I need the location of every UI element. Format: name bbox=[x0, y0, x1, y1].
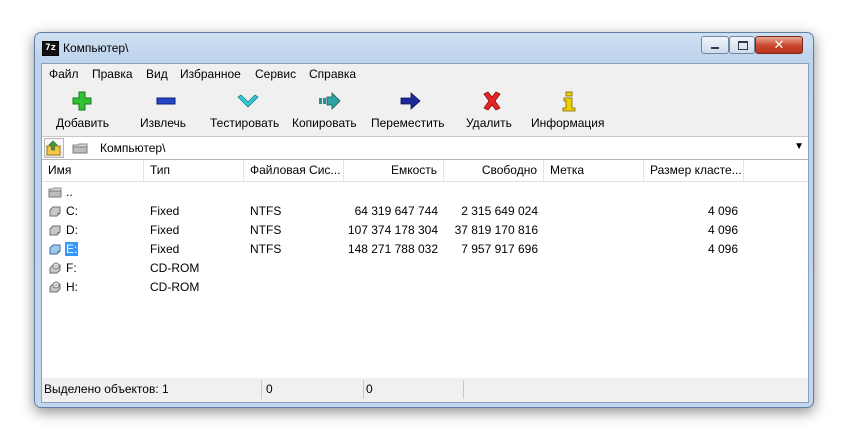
test-label: Тестировать bbox=[210, 116, 280, 130]
app-window: 7z Компьютер\ ✕ Файл Правка Вид Избранно… bbox=[34, 32, 814, 408]
window-title: Компьютер\ bbox=[63, 41, 129, 55]
column-header-cluster-size[interactable]: Размер класте... bbox=[644, 160, 744, 181]
item-name-highlight: E: bbox=[65, 240, 79, 259]
item-type: Fixed bbox=[150, 204, 180, 218]
item-free: 7 957 917 696 bbox=[461, 242, 538, 256]
folder-up-icon bbox=[48, 187, 62, 198]
menu-view[interactable]: Вид bbox=[146, 67, 168, 81]
item-cluster-size: 4 096 bbox=[707, 242, 738, 256]
address-field[interactable]: Компьютер\ ▼ bbox=[66, 137, 808, 159]
item-capacity: 64 319 647 744 bbox=[354, 204, 438, 218]
close-button[interactable]: ✕ bbox=[755, 36, 803, 54]
item-type: CD-ROM bbox=[150, 261, 200, 275]
minus-icon bbox=[156, 97, 176, 105]
item-name: .. bbox=[66, 185, 73, 199]
cd-rom-icon bbox=[49, 281, 61, 293]
item-name: H: bbox=[66, 280, 78, 294]
minimize-button[interactable] bbox=[701, 36, 729, 54]
close-icon: ✕ bbox=[773, 37, 785, 52]
info-icon bbox=[562, 91, 576, 112]
maximize-button[interactable] bbox=[729, 36, 755, 54]
item-name: E: bbox=[65, 242, 79, 256]
delete-x-icon bbox=[483, 91, 501, 111]
column-header-capacity[interactable]: Емкость bbox=[344, 160, 444, 181]
copy-label: Копировать bbox=[292, 116, 357, 130]
item-cluster-size: 4 096 bbox=[707, 223, 738, 237]
item-name: C: bbox=[66, 204, 78, 218]
folder-up-icon bbox=[46, 140, 61, 156]
chevron-down-icon[interactable]: ▼ bbox=[794, 141, 804, 152]
list-item[interactable]: C: Fixed NTFS 64 319 647 744 2 315 649 0… bbox=[42, 202, 808, 221]
item-capacity: 148 271 788 032 bbox=[347, 242, 438, 256]
list-item[interactable]: D: Fixed NTFS 107 374 178 304 37 819 170… bbox=[42, 221, 808, 240]
menu-bar: Файл Правка Вид Избранное Сервис Справка bbox=[42, 64, 808, 84]
status-selected-count: Выделено объектов: 1 bbox=[42, 380, 262, 399]
item-filesystem: NTFS bbox=[250, 204, 282, 218]
item-name: D: bbox=[66, 223, 78, 237]
title-bar[interactable]: 7z Компьютер\ ✕ bbox=[35, 33, 813, 63]
column-header-name[interactable]: Имя bbox=[42, 160, 144, 181]
status-size: 0 bbox=[264, 380, 364, 399]
7zip-app-icon: 7z bbox=[42, 41, 59, 56]
item-capacity: 107 374 178 304 bbox=[347, 223, 438, 237]
menu-file[interactable]: Файл bbox=[49, 67, 79, 81]
status-bar: Выделено объектов: 1 0 0 bbox=[42, 378, 808, 402]
hard-drive-icon bbox=[49, 244, 61, 255]
item-type: Fixed bbox=[150, 242, 180, 256]
toolbar: Добавить Извлечь Тестировать Копировать … bbox=[42, 84, 808, 134]
add-label: Добавить bbox=[56, 116, 110, 130]
copy-arrow-icon bbox=[319, 92, 341, 110]
maximize-icon bbox=[738, 41, 748, 50]
folder-icon bbox=[72, 143, 88, 154]
info-label: Информация bbox=[531, 116, 605, 130]
list-item-selected[interactable]: E: Fixed NTFS 148 271 788 032 7 957 917 … bbox=[42, 240, 808, 259]
column-header-label[interactable]: Метка bbox=[544, 160, 644, 181]
item-free: 37 819 170 816 bbox=[454, 223, 538, 237]
list-header: Имя Тип Файловая Сис... Емкость Свободно… bbox=[42, 160, 808, 182]
move-label: Переместить bbox=[371, 116, 445, 130]
menu-favorites[interactable]: Избранное bbox=[180, 67, 241, 81]
minimize-icon bbox=[711, 47, 719, 49]
extract-label: Извлечь bbox=[140, 116, 187, 130]
status-packed-size: 0 bbox=[364, 380, 464, 399]
menu-help[interactable]: Справка bbox=[309, 67, 356, 81]
file-list[interactable]: Имя Тип Файловая Сис... Емкость Свободно… bbox=[42, 159, 808, 379]
move-arrow-icon bbox=[400, 92, 421, 110]
folder-up-button[interactable] bbox=[44, 138, 64, 158]
item-filesystem: NTFS bbox=[250, 223, 282, 237]
item-filesystem: NTFS bbox=[250, 242, 282, 256]
item-name: F: bbox=[66, 261, 77, 275]
address-bar: Компьютер\ ▼ bbox=[42, 136, 808, 160]
list-item[interactable]: .. bbox=[42, 183, 808, 202]
item-type: Fixed bbox=[150, 223, 180, 237]
list-item[interactable]: F: CD-ROM bbox=[42, 259, 808, 278]
address-path: Компьютер\ bbox=[100, 141, 166, 155]
item-type: CD-ROM bbox=[150, 280, 200, 294]
hard-drive-icon bbox=[49, 206, 61, 217]
plus-icon bbox=[72, 91, 92, 111]
cd-rom-icon bbox=[49, 262, 61, 274]
menu-tools[interactable]: Сервис bbox=[255, 67, 296, 81]
column-header-type[interactable]: Тип bbox=[144, 160, 244, 181]
item-free: 2 315 649 024 bbox=[461, 204, 538, 218]
list-item[interactable]: H: CD-ROM bbox=[42, 278, 808, 297]
column-header-free[interactable]: Свободно bbox=[444, 160, 544, 181]
item-cluster-size: 4 096 bbox=[707, 204, 738, 218]
delete-label: Удалить bbox=[466, 116, 512, 130]
check-icon bbox=[237, 94, 259, 108]
hard-drive-icon bbox=[49, 225, 61, 236]
client-area: Файл Правка Вид Избранное Сервис Справка… bbox=[41, 63, 809, 403]
column-header-filesystem[interactable]: Файловая Сис... bbox=[244, 160, 344, 181]
menu-edit[interactable]: Правка bbox=[92, 67, 133, 81]
